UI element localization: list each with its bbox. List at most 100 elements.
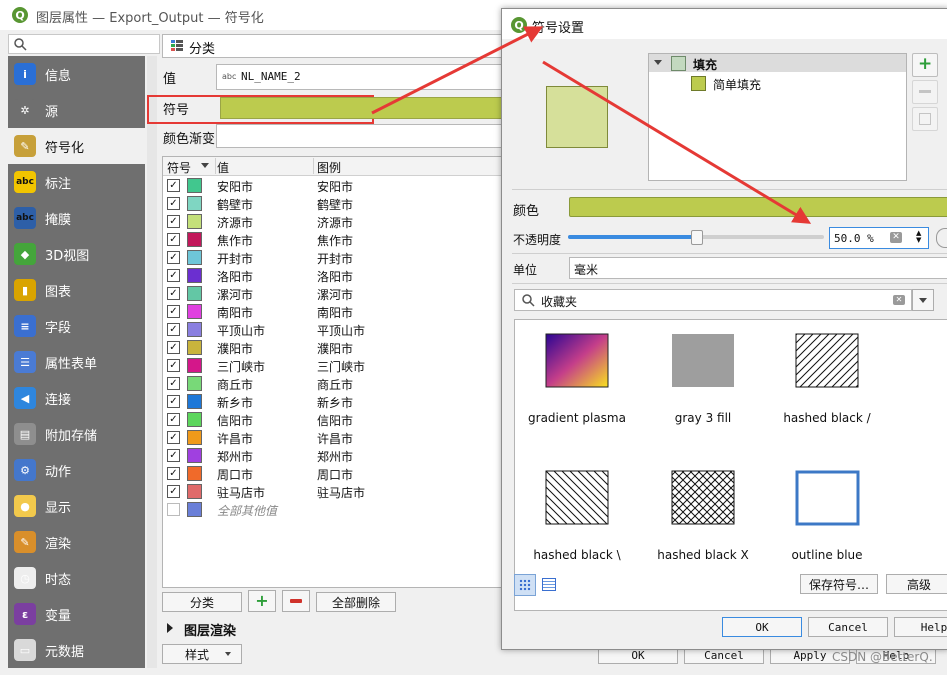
sidebar-item[interactable]: ◷ 时态 — [8, 560, 145, 596]
opacity-spinbox[interactable]: 50.0 % ✕ ▲ ▼ — [829, 227, 929, 249]
row-color-swatch[interactable] — [187, 178, 202, 193]
library-item-label[interactable]: hashed black X — [643, 548, 763, 562]
row-color-swatch[interactable] — [187, 286, 202, 301]
row-color-swatch[interactable] — [187, 268, 202, 283]
row-color-swatch[interactable] — [187, 214, 202, 229]
save-symbol-button[interactable]: 保存符号… — [800, 574, 878, 594]
duplicate-layer-button[interactable] — [912, 107, 938, 131]
row-checkbox[interactable]: ✓ — [167, 467, 180, 480]
sidebar-item[interactable]: ε 变量 — [8, 596, 145, 632]
spin-arrows-icon[interactable]: ▲ ▼ — [916, 230, 921, 244]
row-legend[interactable]: 焦作市 — [317, 232, 353, 249]
dialog-ok-button[interactable]: OK — [722, 617, 802, 637]
row-legend[interactable]: 漯河市 — [317, 286, 353, 303]
row-legend[interactable]: 鹤壁市 — [317, 196, 353, 213]
sidebar-item[interactable]: ◆ 3D视图 — [8, 236, 145, 272]
row-legend[interactable]: 新乡市 — [317, 394, 353, 411]
row-color-swatch[interactable] — [187, 466, 202, 481]
table-row[interactable]: ✓ 商丘市 商丘市 — [163, 374, 505, 392]
sidebar-item[interactable]: ✲ 源 — [8, 92, 145, 128]
table-row-other[interactable]: 全部其他值 — [163, 500, 505, 518]
row-color-swatch[interactable] — [187, 448, 202, 463]
table-row[interactable]: ✓ 安阳市 安阳市 — [163, 176, 505, 194]
table-row[interactable]: ✓ 驻马店市 驻马店市 — [163, 482, 505, 500]
sidebar-item[interactable]: ▭ 元数据 — [8, 632, 145, 668]
row-color-swatch[interactable] — [187, 322, 202, 337]
table-row[interactable]: ✓ 濮阳市 濮阳市 — [163, 338, 505, 356]
row-checkbox[interactable]: ✓ — [167, 251, 180, 264]
remove-category-button[interactable] — [282, 590, 310, 612]
sidebar-item[interactable]: ⚙ 动作 — [8, 452, 145, 488]
sidebar-item[interactable]: ✎ 符号化 — [8, 128, 145, 164]
icon-view-button[interactable] — [514, 574, 536, 596]
column-header-legend[interactable]: 图例 — [317, 159, 341, 176]
row-color-swatch[interactable] — [187, 250, 202, 265]
row-color-swatch[interactable] — [187, 430, 202, 445]
remove-symbol-layer-button[interactable] — [912, 80, 938, 104]
row-checkbox[interactable]: ✓ — [167, 323, 180, 336]
library-item-label[interactable]: gradient plasma — [517, 411, 637, 425]
table-row[interactable]: ✓ 周口市 周口市 — [163, 464, 505, 482]
row-color-swatch[interactable] — [187, 358, 202, 373]
row-checkbox[interactable]: ✓ — [167, 377, 180, 390]
row-checkbox[interactable]: ✓ — [167, 395, 180, 408]
dialog-cancel-button[interactable]: Cancel — [808, 617, 888, 637]
sidebar-item[interactable]: abc 掩膜 — [8, 200, 145, 236]
row-color-swatch[interactable] — [187, 196, 202, 211]
table-row[interactable]: ✓ 南阳市 南阳市 — [163, 302, 505, 320]
row-color-swatch[interactable] — [187, 304, 202, 319]
table-row[interactable]: ✓ 开封市 开封市 — [163, 248, 505, 266]
sidebar-item[interactable]: ▮ 图表 — [8, 272, 145, 308]
add-category-button[interactable]: + — [248, 590, 276, 612]
row-color-swatch[interactable] — [187, 412, 202, 427]
library-item-label[interactable]: gray 3 fill — [643, 411, 763, 425]
row-checkbox[interactable]: ✓ — [167, 215, 180, 228]
library-item-label[interactable]: hashed black / — [767, 411, 887, 425]
symbol-button[interactable] — [220, 97, 506, 119]
delete-all-button[interactable]: 全部删除 — [316, 592, 396, 612]
row-legend[interactable]: 商丘市 — [317, 376, 353, 393]
row-legend[interactable]: 洛阳市 — [317, 268, 353, 285]
row-color-swatch[interactable] — [187, 232, 202, 247]
row-checkbox[interactable]: ✓ — [167, 431, 180, 444]
row-legend[interactable]: 周口市 — [317, 466, 353, 483]
row-color-swatch[interactable] — [187, 484, 202, 499]
renderer-select[interactable]: 分类 — [162, 34, 504, 58]
style-menu-button[interactable]: 样式 — [162, 644, 242, 664]
collapse-arrow-icon[interactable] — [654, 60, 662, 65]
row-checkbox[interactable]: ✓ — [167, 449, 180, 462]
opacity-slider[interactable] — [568, 230, 824, 245]
opacity-slider-handle[interactable] — [691, 230, 703, 245]
add-symbol-layer-button[interactable]: + — [912, 53, 938, 77]
sidebar-item[interactable]: ≡ 字段 — [8, 308, 145, 344]
clear-icon[interactable]: ✕ — [890, 232, 902, 243]
color-ramp-select[interactable] — [216, 124, 506, 148]
value-field-select[interactable]: abc NL_NAME_2 — [216, 64, 506, 90]
table-row[interactable]: ✓ 许昌市 许昌市 — [163, 428, 505, 446]
table-row[interactable]: ✓ 济源市 济源市 — [163, 212, 505, 230]
sidebar-item[interactable]: ☰ 属性表单 — [8, 344, 145, 380]
sidebar-item[interactable]: abc 标注 — [8, 164, 145, 200]
row-legend[interactable]: 驻马店市 — [317, 484, 365, 501]
favorites-dropdown-button[interactable] — [912, 289, 934, 311]
tree-item-fill[interactable]: 填充 — [649, 54, 906, 72]
row-checkbox[interactable]: ✓ — [167, 269, 180, 282]
table-row[interactable]: ✓ 鹤壁市 鹤壁市 — [163, 194, 505, 212]
clear-icon[interactable]: ✕ — [893, 295, 905, 305]
table-row[interactable]: ✓ 漯河市 漯河市 — [163, 284, 505, 302]
library-item-label[interactable]: outline blue — [767, 548, 887, 562]
row-color-swatch[interactable] — [187, 340, 202, 355]
row-legend[interactable]: 安阳市 — [317, 178, 353, 195]
row-checkbox[interactable]: ✓ — [167, 197, 180, 210]
sidebar-item[interactable]: ◀ 连接 — [8, 380, 145, 416]
table-row[interactable]: ✓ 郑州市 郑州市 — [163, 446, 505, 464]
table-row[interactable]: ✓ 平顶山市 平顶山市 — [163, 320, 505, 338]
dialog-help-button[interactable]: Help — [894, 617, 947, 637]
row-color-swatch[interactable] — [187, 502, 202, 517]
color-button[interactable] — [569, 197, 947, 217]
row-legend[interactable]: 南阳市 — [317, 304, 353, 321]
sidebar-scrollbar[interactable] — [147, 56, 157, 668]
hashed-cross-swatch[interactable] — [671, 470, 735, 525]
data-defined-override-icon[interactable] — [936, 228, 947, 248]
advanced-button[interactable]: 高级 — [886, 574, 947, 594]
